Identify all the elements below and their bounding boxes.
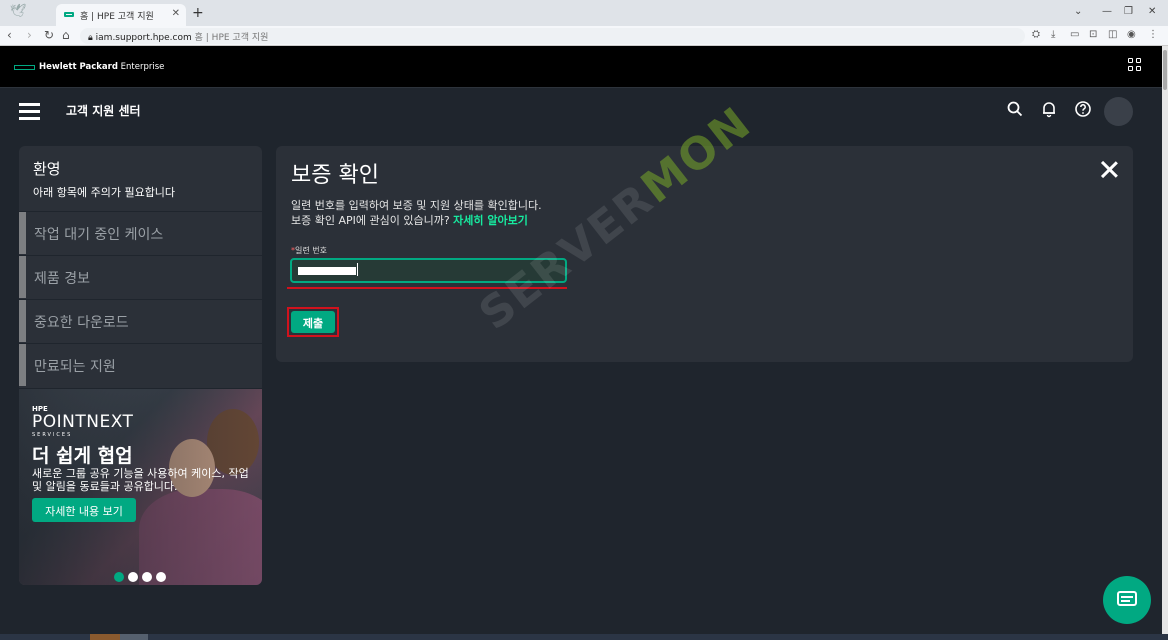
user-avatar[interactable] <box>1104 97 1133 126</box>
promo-carousel: HPE POINTNEXT SERVICES 더 쉽게 협업 새로운 그룹 공유… <box>19 389 262 585</box>
help-icon[interactable] <box>1074 100 1092 118</box>
browser-tab-bar: 🕊 홈 | HPE 고객 지원 ✕ + ⌄ — ❐ ✕ <box>0 0 1168 26</box>
new-tab-button[interactable]: + <box>192 5 204 21</box>
sidebar-item-product-alerts[interactable]: 제품 경보 <box>19 255 262 298</box>
learn-more-link[interactable]: 자세히 알아보기 <box>453 214 528 227</box>
translate-icon[interactable]: ⛭ <box>1032 29 1040 40</box>
tab-close-icon[interactable]: ✕ <box>172 8 180 19</box>
tab-search-icon[interactable]: ⌄ <box>1074 6 1082 17</box>
sidebar-subtitle: 아래 항목에 주의가 필요합니다 <box>33 186 176 199</box>
promo-learn-more-button[interactable]: 자세한 내용 보기 <box>32 498 136 522</box>
card-title: 보증 확인 <box>291 163 379 188</box>
home-icon[interactable]: ⌂ <box>62 28 70 42</box>
carousel-dot[interactable] <box>142 572 152 582</box>
back-icon[interactable]: ‹ <box>7 28 12 42</box>
logo-bold: Hewlett Packard <box>39 62 118 72</box>
serial-label-text: 일련 번호 <box>295 246 327 255</box>
carousel-dot[interactable] <box>114 572 124 582</box>
redacted-serial-value <box>298 267 356 275</box>
sidebar-item-label: 작업 대기 중인 케이스 <box>34 227 164 243</box>
sidebar-item-marker <box>19 212 26 254</box>
sidebar-item-marker <box>19 300 26 342</box>
taskbar-app[interactable] <box>120 634 148 640</box>
app-header: 고객 지원 센터 <box>0 87 1162 133</box>
tab-title: 홈 | HPE 고객 지원 <box>80 12 154 22</box>
api-interest-text: 보증 확인 API에 관심이 있습니까? 자세히 알아보기 <box>291 212 528 228</box>
hpe-favicon-icon <box>64 12 74 17</box>
app-grid-icon[interactable] <box>1128 58 1142 72</box>
api-question: 보증 확인 API에 관심이 있습니까? <box>291 214 454 227</box>
sidebar-item-expiring-support[interactable]: 만료되는 지원 <box>19 343 262 386</box>
close-icon[interactable] <box>1100 160 1118 178</box>
sidebar-item-label: 제품 경보 <box>34 271 90 287</box>
minimize-icon[interactable]: — <box>1102 6 1112 17</box>
serial-number-label: *일련 번호 <box>291 245 327 256</box>
browser-address-bar: ‹ › ↻ ⌂ 🔒︎ iam.support.hpe.com 홈 | HPE 고… <box>0 26 1168 46</box>
chat-icon <box>1117 591 1137 606</box>
page-scrollbar[interactable] <box>1162 46 1168 640</box>
carousel-dot[interactable] <box>156 572 166 582</box>
search-icon[interactable] <box>1006 100 1024 118</box>
app-title[interactable]: 고객 지원 센터 <box>66 102 141 119</box>
cast-icon[interactable]: ▭ <box>1070 29 1079 40</box>
hpe-logo-icon[interactable] <box>14 65 35 70</box>
profile-icon[interactable]: ◉ <box>1127 29 1136 40</box>
browser-tab[interactable]: 홈 | HPE 고객 지원 ✕ <box>56 4 186 26</box>
sidebar-item-marker <box>19 256 26 298</box>
sidebar-item-important-downloads[interactable]: 중요한 다운로드 <box>19 299 262 342</box>
sidebar-item-pending-cases[interactable]: 작업 대기 중인 케이스 <box>19 211 262 254</box>
url-field[interactable]: 🔒︎ iam.support.hpe.com 홈 | HPE 고객 지원 <box>80 28 1025 44</box>
restore-icon[interactable]: ❐ <box>1124 6 1133 17</box>
sidebar-title: 환영 <box>33 160 61 178</box>
url-page-title: 홈 | HPE 고객 지원 <box>194 33 269 43</box>
chat-button[interactable] <box>1103 576 1151 624</box>
bird-icon: 🕊 <box>10 4 27 19</box>
promo-brand: POINTNEXT <box>32 412 134 432</box>
forward-icon[interactable]: › <box>27 28 32 42</box>
close-window-icon[interactable]: ✕ <box>1148 6 1156 17</box>
scrollbar-thumb[interactable] <box>1163 50 1167 90</box>
url-host: iam.support.hpe.com <box>95 33 192 43</box>
promo-services: SERVICES <box>32 432 73 438</box>
os-taskbar <box>0 634 1168 640</box>
submit-button[interactable]: 제출 <box>291 311 335 333</box>
lock-icon: 🔒︎ <box>88 33 96 43</box>
hpe-brand-bar: Hewlett Packard Enterprise <box>0 46 1162 87</box>
carousel-dots <box>114 567 170 585</box>
carousel-dot[interactable] <box>128 572 138 582</box>
reload-icon[interactable]: ↻ <box>44 28 54 42</box>
promo-headline: 더 쉽게 협업 <box>32 445 133 467</box>
sidepanel-icon[interactable]: ◫ <box>1108 29 1117 40</box>
logo-regular: Enterprise <box>117 62 165 72</box>
download-icon[interactable]: ⤓ <box>1051 29 1055 40</box>
taskbar-app[interactable] <box>90 634 120 640</box>
promo-description: 새로운 그룹 공유 기능을 사용하여 케이스, 작업 및 알림을 동료들과 공유… <box>32 467 249 493</box>
hpe-logo-text[interactable]: Hewlett Packard Enterprise <box>39 62 164 72</box>
screenshot-icon[interactable]: ⊡ <box>1089 29 1097 40</box>
card-description: 일련 번호를 입력하여 보증 및 지원 상태를 확인합니다. <box>291 199 542 212</box>
sidebar-item-marker <box>19 344 26 386</box>
welcome-sidebar: 환영 아래 항목에 주의가 필요합니다 작업 대기 중인 케이스 제품 경보 중… <box>19 146 262 388</box>
menu-icon[interactable]: ⋮ <box>1148 29 1158 40</box>
sidebar-item-label: 중요한 다운로드 <box>34 315 129 331</box>
sidebar-item-label: 만료되는 지원 <box>34 359 116 375</box>
notification-bell-icon[interactable] <box>1040 100 1058 118</box>
hamburger-menu-icon[interactable] <box>19 103 40 120</box>
text-caret <box>357 263 358 276</box>
